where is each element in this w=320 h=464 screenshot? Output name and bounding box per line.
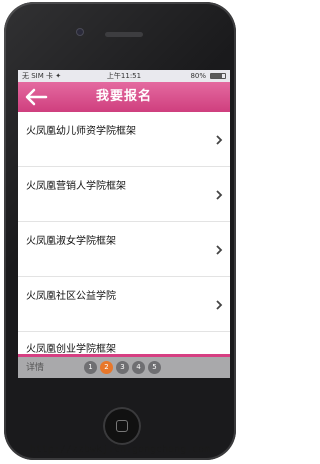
page-dot[interactable]: 5 <box>148 361 161 374</box>
chevron-right-icon <box>216 135 223 145</box>
list-item[interactable]: 火凤凰社区公益学院 <box>18 277 230 332</box>
phone-frame: 无 SIM 卡 ✦ 上午11:51 80% 我要报名 火凤凰幼儿师资学院框架 火… <box>4 2 236 460</box>
bottom-toolbar: 详情 1 2 3 4 5 <box>18 354 230 378</box>
page-dot[interactable]: 1 <box>84 361 97 374</box>
status-bar: 无 SIM 卡 ✦ 上午11:51 80% <box>18 70 230 82</box>
home-button[interactable] <box>103 407 141 445</box>
battery-percent: 80% <box>190 72 206 80</box>
list-item-label: 火凤凰淑女学院框架 <box>26 236 116 247</box>
chevron-right-icon <box>216 245 223 255</box>
college-list: 火凤凰幼儿师资学院框架 火凤凰营销人学院框架 火凤凰淑女学院框架 火凤凰社区公益… <box>18 112 230 378</box>
page-dot[interactable]: 3 <box>116 361 129 374</box>
detail-button[interactable]: 详情 <box>26 360 44 376</box>
page-dot-active[interactable]: 2 <box>100 361 113 374</box>
list-item[interactable]: 火凤凰淑女学院框架 <box>18 222 230 277</box>
page-indicator: 1 2 3 4 5 <box>84 361 161 375</box>
home-square-icon <box>116 420 128 432</box>
list-item-label: 火凤凰幼儿师资学院框架 <box>26 126 136 137</box>
list-item-label: 火凤凰社区公益学院 <box>26 291 116 302</box>
list-item[interactable]: 火凤凰营销人学院框架 <box>18 167 230 222</box>
list-item-label: 火凤凰营销人学院框架 <box>26 181 126 192</box>
chevron-right-icon <box>216 300 223 310</box>
page-dot[interactable]: 4 <box>132 361 145 374</box>
app-screen: 无 SIM 卡 ✦ 上午11:51 80% 我要报名 火凤凰幼儿师资学院框架 火… <box>18 70 230 378</box>
page-title: 我要报名 <box>95 89 152 104</box>
watermark-url: http://zzbwkj.cn.gongchang.com <box>29 444 211 455</box>
battery-icon <box>210 73 226 79</box>
nav-bar: 我要报名 <box>18 82 230 112</box>
chevron-right-icon <box>216 190 223 200</box>
earpiece-speaker <box>105 32 143 37</box>
list-item[interactable]: 火凤凰幼儿师资学院框架 <box>18 112 230 167</box>
front-camera-icon <box>76 28 84 36</box>
list-item-label: 火凤凰创业学院框架 <box>26 344 116 355</box>
